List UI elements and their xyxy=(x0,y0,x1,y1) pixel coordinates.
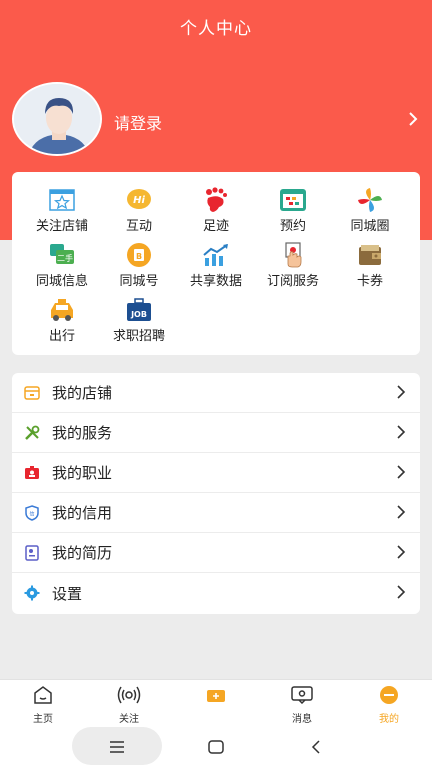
tab-messages[interactable]: 消息 xyxy=(259,684,345,725)
grid-item-subscription[interactable]: 订阅服务 xyxy=(253,242,333,289)
chevron-right-icon xyxy=(396,424,406,444)
grid-item-jobs[interactable]: JOB 求职招聘 xyxy=(99,297,179,344)
grid-item-shared-data[interactable]: 共享数据 xyxy=(176,242,256,289)
chevron-right-icon xyxy=(396,504,406,524)
menu-icon xyxy=(110,740,124,753)
badge-icon xyxy=(24,465,40,481)
resume-icon xyxy=(24,544,40,561)
taxi-icon xyxy=(48,297,76,323)
grid-item-reservation[interactable]: 预约 xyxy=(253,187,333,234)
plus-icon xyxy=(173,684,259,706)
broadcast-icon xyxy=(86,684,172,706)
grid-item-travel[interactable]: 出行 xyxy=(22,297,102,344)
message-icon xyxy=(259,684,345,706)
grid-item-city-circle[interactable]: 同城圈 xyxy=(330,187,410,234)
menu-item-my-service[interactable]: 我的服务 xyxy=(12,413,420,453)
tab-home[interactable]: 主页 xyxy=(0,684,86,725)
grid-item-interact[interactable]: Hi 互动 xyxy=(99,187,179,234)
avatar[interactable] xyxy=(12,82,102,156)
feature-grid: 关注店铺 Hi 互动 足迹 预约 同城圈 二手 同城信息 B 同城号 共享数据 … xyxy=(12,172,420,355)
store-star-icon xyxy=(48,187,76,213)
chevron-right-icon xyxy=(396,544,406,564)
svg-text:JOB: JOB xyxy=(130,310,147,319)
grid-item-footprint[interactable]: 足迹 xyxy=(176,187,256,234)
chevron-right-icon xyxy=(396,384,406,404)
calendar-icon xyxy=(279,187,307,213)
city-id-icon: B xyxy=(125,242,153,268)
system-navigation-bar xyxy=(0,725,432,768)
trend-chart-icon xyxy=(202,242,230,268)
square-icon xyxy=(208,739,224,754)
menu-item-my-shop[interactable]: 我的店铺 xyxy=(12,373,420,413)
bottom-tab-bar: 主页 关注 消息 我的 xyxy=(0,679,432,725)
chevron-right-icon xyxy=(396,464,406,484)
job-icon: JOB xyxy=(125,297,153,323)
svg-text:二手: 二手 xyxy=(57,253,73,263)
home-icon xyxy=(0,684,86,706)
shop-icon xyxy=(24,385,40,401)
grid-item-city-info[interactable]: 二手 同城信息 xyxy=(22,242,102,289)
tab-mine[interactable]: 我的 xyxy=(346,684,432,725)
login-link[interactable]: 请登录 xyxy=(114,110,162,134)
page-title: 个人中心 xyxy=(180,19,252,39)
secondhand-icon: 二手 xyxy=(48,242,76,268)
grid-item-city-id[interactable]: B 同城号 xyxy=(99,242,179,289)
chevron-right-icon[interactable] xyxy=(408,108,418,132)
credit-shield-icon: 信 xyxy=(24,504,40,521)
menu-item-my-credit[interactable]: 信 我的信用 xyxy=(12,493,420,533)
gear-icon xyxy=(24,585,40,601)
menu-item-my-resume[interactable]: 我的简历 xyxy=(12,533,420,573)
subscribe-hand-icon xyxy=(279,242,307,268)
profile-icon xyxy=(346,684,432,706)
home-nav-button[interactable] xyxy=(196,725,236,768)
hi-bubble-icon: Hi xyxy=(125,187,153,213)
svg-text:B: B xyxy=(136,252,142,261)
grid-item-coupons[interactable]: 卡券 xyxy=(330,242,410,289)
tab-follow[interactable]: 关注 xyxy=(86,684,172,725)
tab-add[interactable] xyxy=(173,684,259,710)
tools-icon xyxy=(24,425,40,441)
menu-nav-button[interactable] xyxy=(72,725,162,768)
footprint-icon xyxy=(202,187,230,213)
back-nav-button[interactable] xyxy=(296,725,336,768)
pinwheel-icon xyxy=(356,187,384,213)
grid-item-follow-shop[interactable]: 关注店铺 xyxy=(22,187,102,234)
wallet-icon xyxy=(356,242,384,268)
svg-text:信: 信 xyxy=(29,510,34,517)
menu-item-settings[interactable]: 设置 xyxy=(12,573,420,613)
svg-text:Hi: Hi xyxy=(133,195,145,206)
menu-item-my-career[interactable]: 我的职业 xyxy=(12,453,420,493)
menu-list: 我的店铺 我的服务 我的职业 信 我的信用 我的简历 设置 xyxy=(12,373,420,614)
back-icon xyxy=(311,739,320,754)
chevron-right-icon xyxy=(396,584,406,604)
